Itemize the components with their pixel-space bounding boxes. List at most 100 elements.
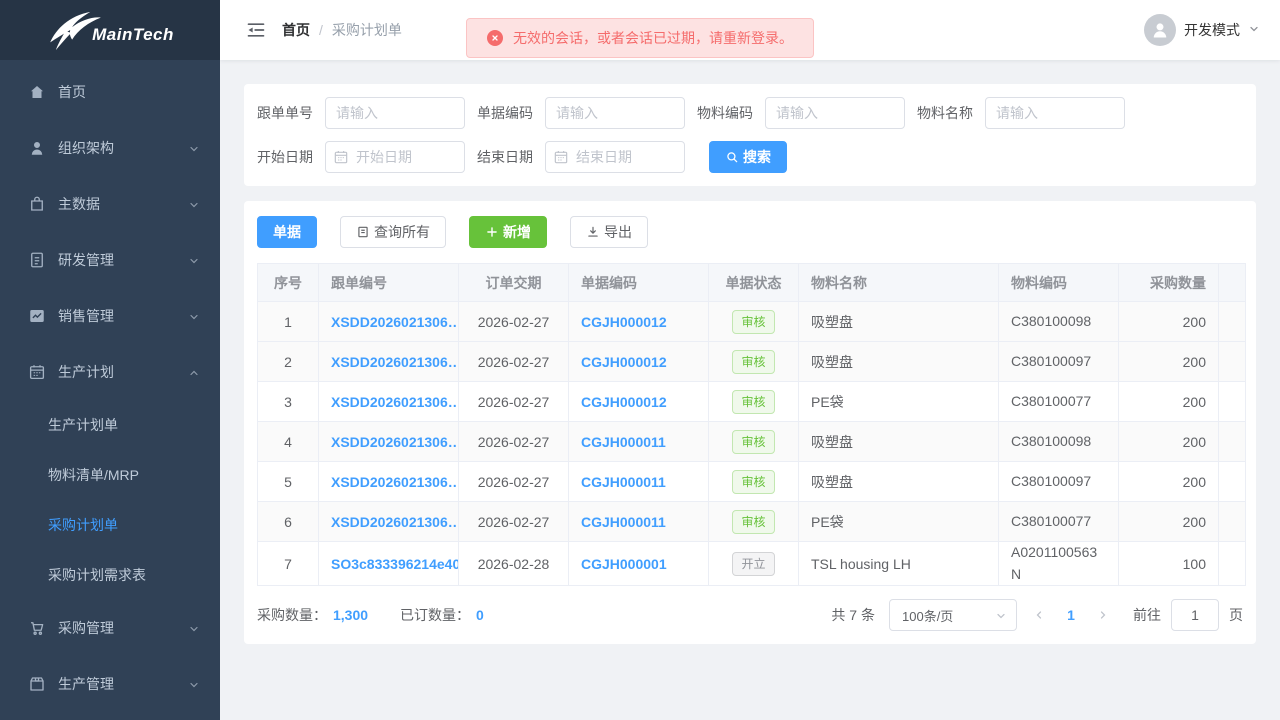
status-badge: 审核 bbox=[732, 390, 774, 414]
calendar-icon bbox=[28, 363, 46, 381]
cell-doc-no: CGJH000011 bbox=[569, 502, 709, 542]
add-button-label: 新增 bbox=[503, 222, 531, 242]
doc-no-link[interactable]: CGJH000011 bbox=[581, 474, 708, 490]
breadcrumb-separator: / bbox=[319, 22, 323, 38]
cell-qty: 200 bbox=[1119, 462, 1219, 502]
sidebar-fold-icon[interactable] bbox=[246, 20, 266, 40]
add-button[interactable]: 新增 bbox=[469, 216, 547, 248]
chevron-down-icon bbox=[188, 622, 200, 634]
date-input[interactable] bbox=[545, 141, 685, 173]
cell-doc-no: CGJH000001 bbox=[569, 542, 709, 586]
cell-order-no: XSDD2026021306… bbox=[319, 302, 459, 342]
sidebar-subitem-purchase-plan-demand[interactable]: 采购计划需求表 bbox=[0, 550, 220, 600]
sidebar-item-label: 组织架构 bbox=[58, 138, 188, 158]
document-icon bbox=[356, 225, 370, 239]
sidebar-subitem-bom-mrp[interactable]: 物料清单/MRP bbox=[0, 450, 220, 500]
text-input[interactable] bbox=[545, 97, 685, 129]
filter-field-结束日期: 结束日期 bbox=[477, 141, 697, 173]
status-badge: 审核 bbox=[732, 510, 774, 534]
ordered-qty-label: 已订数量： bbox=[400, 605, 470, 625]
sidebar-subitem-production-plan-order[interactable]: 生产计划单 bbox=[0, 400, 220, 450]
breadcrumb-home[interactable]: 首页 bbox=[282, 20, 310, 40]
cell-order-no: XSDD2026021306… bbox=[319, 382, 459, 422]
column-header-采购数量: 采购数量 bbox=[1119, 264, 1219, 302]
cell-delivery-date: 2026-02-27 bbox=[459, 422, 569, 462]
sidebar-item-org[interactable]: 组织架构 bbox=[0, 120, 220, 176]
cell-delivery-date: 2026-02-28 bbox=[459, 542, 569, 586]
doc-no-link[interactable]: CGJH000001 bbox=[581, 556, 708, 572]
doc-no-link[interactable]: CGJH000011 bbox=[581, 514, 708, 530]
page-number[interactable]: 1 bbox=[1061, 607, 1081, 623]
cell-material-code: C380100097 bbox=[999, 342, 1119, 382]
next-page-button[interactable] bbox=[1091, 599, 1115, 631]
sidebar-item-master-data[interactable]: 主数据 bbox=[0, 176, 220, 232]
docs-button[interactable]: 单据 bbox=[257, 216, 317, 248]
sidebar-item-production-plan[interactable]: 生产计划 bbox=[0, 344, 220, 400]
order-no-link[interactable]: XSDD2026021306… bbox=[331, 514, 458, 530]
order-no-link[interactable]: XSDD2026021306… bbox=[331, 474, 458, 490]
text-input[interactable] bbox=[765, 97, 905, 129]
sidebar-item-home[interactable]: 首页 bbox=[0, 64, 220, 120]
cell-empty bbox=[1219, 302, 1246, 342]
session-error-toast: 无效的会话，或者会话已过期，请重新登录。 bbox=[466, 18, 814, 58]
sidebar: MainTech 首页组织架构主数据研发管理销售管理生产计划生产计划单物料清单/… bbox=[0, 0, 220, 720]
filter-field-开始日期: 开始日期 bbox=[257, 141, 477, 173]
cell-qty: 100 bbox=[1119, 542, 1219, 586]
cell-empty bbox=[1219, 382, 1246, 422]
doc-no-link[interactable]: CGJH000011 bbox=[581, 434, 708, 450]
cell-material-code: C380100098 bbox=[999, 302, 1119, 342]
ordered-qty-value: 0 bbox=[476, 607, 484, 623]
cell-doc-no: CGJH000012 bbox=[569, 302, 709, 342]
chevron-down-icon bbox=[188, 142, 200, 154]
export-button[interactable]: 导出 bbox=[570, 216, 648, 248]
date-input[interactable] bbox=[325, 141, 465, 173]
doc-no-link[interactable]: CGJH000012 bbox=[581, 314, 708, 330]
table-row: 5XSDD2026021306…2026-02-27CGJH000011审核吸塑… bbox=[258, 462, 1246, 502]
summary: 采购数量： 1,300 已订数量： 0 bbox=[257, 605, 510, 625]
sidebar-item-production[interactable]: 生产管理 bbox=[0, 656, 220, 712]
text-input[interactable] bbox=[985, 97, 1125, 129]
query-all-button[interactable]: 查询所有 bbox=[340, 216, 446, 248]
sidebar-item-sales[interactable]: 销售管理 bbox=[0, 288, 220, 344]
search-button[interactable]: 搜索 bbox=[709, 141, 787, 173]
goto-page-input[interactable] bbox=[1171, 599, 1219, 631]
cell-index: 4 bbox=[258, 422, 319, 462]
page-size-select[interactable]: 100条/页 bbox=[889, 599, 1017, 631]
user-menu[interactable]: 开发模式 bbox=[1144, 14, 1260, 46]
download-icon bbox=[586, 225, 600, 239]
status-badge: 审核 bbox=[732, 310, 774, 334]
cell-status: 开立 bbox=[709, 542, 799, 586]
main-area: 首页 / 采购计划单 开发模式 跟单单号单据编码物料编码物料名称 开始日期结束日… bbox=[220, 0, 1280, 720]
purchase-plan-table: 序号跟单编号订单交期单据编码单据状态物料名称物料编码采购数量 1XSDD2026… bbox=[257, 263, 1246, 586]
doc-no-link[interactable]: CGJH000012 bbox=[581, 394, 708, 410]
text-input[interactable] bbox=[325, 97, 465, 129]
box-icon bbox=[28, 675, 46, 693]
filter-card: 跟单单号单据编码物料编码物料名称 开始日期结束日期搜索 bbox=[244, 84, 1256, 186]
order-no-link[interactable]: XSDD2026021306… bbox=[331, 394, 458, 410]
order-no-link[interactable]: XSDD2026021306… bbox=[331, 314, 458, 330]
order-no-link[interactable]: XSDD2026021306… bbox=[331, 434, 458, 450]
filter-label: 物料名称 bbox=[917, 103, 983, 123]
cell-empty bbox=[1219, 542, 1246, 586]
filter-field-物料编码: 物料编码 bbox=[697, 97, 917, 129]
cell-status: 审核 bbox=[709, 302, 799, 342]
order-no-link[interactable]: SO3c833396214e40 bbox=[331, 556, 458, 572]
cell-status: 审核 bbox=[709, 422, 799, 462]
filter-label: 开始日期 bbox=[257, 147, 323, 167]
chart-icon bbox=[28, 307, 46, 325]
document-icon bbox=[28, 251, 46, 269]
cell-order-no: XSDD2026021306… bbox=[319, 462, 459, 502]
chevron-up-icon bbox=[188, 366, 200, 378]
cell-index: 3 bbox=[258, 382, 319, 422]
table-card: 单据 查询所有 新增 导出 bbox=[244, 201, 1256, 644]
sidebar-item-purchase[interactable]: 采购管理 bbox=[0, 600, 220, 656]
table-row: 7SO3c833396214e402026-02-28CGJH000001开立T… bbox=[258, 542, 1246, 586]
prev-page-button[interactable] bbox=[1027, 599, 1051, 631]
cell-material-name: PE袋 bbox=[799, 502, 999, 542]
chevron-right-icon bbox=[1097, 609, 1109, 621]
order-no-link[interactable]: XSDD2026021306… bbox=[331, 354, 458, 370]
sidebar-subitem-purchase-plan-order[interactable]: 采购计划单 bbox=[0, 500, 220, 550]
sidebar-item-rd[interactable]: 研发管理 bbox=[0, 232, 220, 288]
toast-message: 无效的会话，或者会话已过期，请重新登录。 bbox=[513, 28, 793, 48]
doc-no-link[interactable]: CGJH000012 bbox=[581, 354, 708, 370]
